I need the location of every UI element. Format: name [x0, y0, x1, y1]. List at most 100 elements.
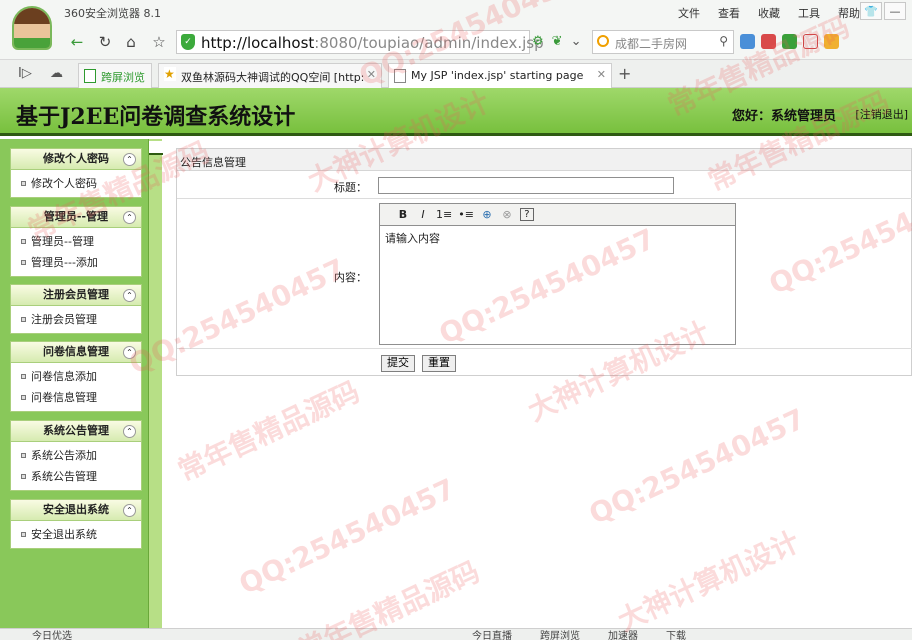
- sidebar-item-notice-manage[interactable]: 系统公告管理: [11, 466, 141, 487]
- tab-strip: I▷ ☁ 跨屏浏览 ★ 双鱼林源码大神调试的QQ空间 [http: ✕ My J…: [0, 60, 912, 89]
- star-icon: ★: [164, 67, 176, 81]
- help-icon[interactable]: ?: [519, 208, 534, 221]
- refresh-icon[interactable]: ↻: [94, 31, 116, 53]
- collapse-icon[interactable]: ⌃: [123, 153, 136, 166]
- speed-icon[interactable]: ⚙: [532, 34, 544, 49]
- italic-button[interactable]: I: [416, 208, 430, 221]
- sidebar-group-members: 注册会员管理 ⌃ 注册会员管理: [10, 284, 142, 334]
- status-cross-screen[interactable]: 跨屏浏览: [540, 627, 580, 640]
- browser-app-name: 360安全浏览器 8.1: [64, 7, 161, 20]
- link-icon[interactable]: ⊕: [480, 208, 494, 221]
- sidebar-item-safe-exit[interactable]: 安全退出系统: [11, 524, 141, 545]
- user-avatar[interactable]: [12, 6, 52, 50]
- address-bar[interactable]: ✓ http://localhost:8080/toupiao/admin/in…: [176, 30, 544, 54]
- group-header[interactable]: 修改个人密码 ⌃: [10, 148, 142, 170]
- home-icon[interactable]: ⌂: [120, 31, 142, 53]
- close-icon[interactable]: ✕: [367, 68, 376, 81]
- collapse-icon[interactable]: ⌃: [123, 425, 136, 438]
- sidebar-item-change-password[interactable]: 修改个人密码: [11, 173, 141, 194]
- status-download[interactable]: 下载: [666, 627, 686, 640]
- sidebar-item-member-manage[interactable]: 注册会员管理: [11, 309, 141, 330]
- group-header[interactable]: 安全退出系统 ⌃: [10, 499, 142, 521]
- sidebar-item-admin-manage[interactable]: 管理员--管理: [11, 231, 141, 252]
- tab-qq-space[interactable]: ★ 双鱼林源码大神调试的QQ空间 [http: ✕: [158, 63, 382, 88]
- status-bar: 今日优选 今日直播 跨屏浏览 加速器 下载: [0, 628, 912, 640]
- title-label: 标题：: [334, 181, 367, 194]
- search-text[interactable]: 成都二手房网: [615, 35, 687, 52]
- status-accelerator[interactable]: 加速器: [608, 627, 638, 640]
- phone-icon: [84, 69, 96, 83]
- bullet-icon: [21, 239, 26, 244]
- tab-index-jsp[interactable]: My JSP 'index.jsp' starting page ✕: [388, 63, 612, 89]
- logout-link[interactable]: [注销退出]: [855, 106, 908, 122]
- back-icon[interactable]: ←: [66, 31, 88, 53]
- group-header[interactable]: 问卷信息管理 ⌃: [10, 341, 142, 363]
- dropdown-icon[interactable]: ⌄: [571, 34, 582, 49]
- bold-button[interactable]: B: [396, 208, 410, 221]
- cloud-icon[interactable]: ☁: [50, 66, 63, 81]
- collapse-icon[interactable]: ⌃: [123, 346, 136, 359]
- tab-cross-screen[interactable]: 跨屏浏览: [78, 63, 152, 88]
- tab-label: 跨屏浏览: [101, 71, 145, 84]
- sidebar-item-admin-add[interactable]: 管理员---添加: [11, 252, 141, 273]
- menu-file[interactable]: 文件: [678, 5, 700, 21]
- browser-navbar: ← ↻ ⌂ ☆ ✓ http://localhost:8080/toupiao/…: [0, 26, 912, 60]
- close-icon[interactable]: ✕: [597, 68, 606, 81]
- bullet-icon: [21, 474, 26, 479]
- bullet-icon: [21, 260, 26, 265]
- submit-button[interactable]: 提交: [381, 355, 415, 372]
- guard-icon[interactable]: [782, 34, 797, 49]
- leaf-icon[interactable]: ❦: [552, 34, 563, 49]
- content-label: 内容：: [334, 271, 367, 284]
- skin-icon[interactable]: 👕: [860, 2, 882, 20]
- page-title: 基于J2EE问卷调查系统设计: [16, 104, 296, 130]
- search-icon[interactable]: ⚲: [719, 34, 728, 48]
- title-row: 标题：: [177, 172, 912, 199]
- title-input[interactable]: [378, 177, 674, 194]
- tab-label: My JSP 'index.jsp' starting page: [411, 69, 584, 82]
- sidebar-item-survey-add[interactable]: 问卷信息添加: [11, 366, 141, 387]
- new-tab-icon[interactable]: +: [618, 64, 631, 83]
- form-section-title: 公告信息管理: [177, 149, 911, 171]
- collapse-icon[interactable]: ⌃: [123, 211, 136, 224]
- status-live[interactable]: 今日直播: [472, 627, 512, 640]
- mail-icon[interactable]: [761, 34, 776, 49]
- search-box[interactable]: 成都二手房网 ⚲: [592, 30, 734, 54]
- ad-block-icon[interactable]: [803, 34, 818, 49]
- sidebar-splitter[interactable]: [148, 139, 163, 631]
- page-icon: [394, 69, 406, 83]
- editor-content[interactable]: 请输入内容: [380, 226, 735, 250]
- sidebar-toggle-icon[interactable]: I▷: [18, 66, 32, 81]
- greeting: 您好：系统管理员: [731, 109, 836, 124]
- bullet-icon: [21, 374, 26, 379]
- rich-text-editor[interactable]: B I 1≡ •≡ ⊕ ⊗ ? 请输入内容: [379, 203, 736, 345]
- collapse-icon[interactable]: ⌃: [123, 504, 136, 517]
- bullet-icon: [21, 317, 26, 322]
- status-today-pick[interactable]: 今日优选: [32, 627, 72, 640]
- minimize-icon[interactable]: —: [884, 2, 906, 20]
- group-header[interactable]: 注册会员管理 ⌃: [10, 284, 142, 306]
- search-engine-icon[interactable]: [597, 35, 609, 47]
- menu-favorites[interactable]: 收藏: [758, 5, 780, 21]
- menu-view[interactable]: 查看: [718, 5, 740, 21]
- sidebar-group-admin: 管理员--管理 ⌃ 管理员--管理 管理员---添加: [10, 206, 142, 277]
- sidebar-item-survey-manage[interactable]: 问卷信息管理: [11, 387, 141, 408]
- sidebar-item-notice-add[interactable]: 系统公告添加: [11, 445, 141, 466]
- ordered-list-button[interactable]: 1≡: [436, 208, 452, 221]
- menu-help[interactable]: 帮助: [838, 5, 860, 21]
- group-header[interactable]: 系统公告管理 ⌃: [10, 420, 142, 442]
- unlink-icon[interactable]: ⊗: [500, 208, 514, 221]
- sidebar-group-password: 修改个人密码 ⌃ 修改个人密码: [10, 148, 142, 198]
- bullet-icon: [21, 453, 26, 458]
- apps-icon[interactable]: [740, 34, 755, 49]
- sidebar-group-exit: 安全退出系统 ⌃ 安全退出系统: [10, 499, 142, 549]
- address-url[interactable]: http://localhost:8080/toupiao/admin/inde…: [201, 34, 544, 52]
- reset-button[interactable]: 重置: [422, 355, 456, 372]
- favorite-star-icon[interactable]: ☆: [148, 31, 170, 53]
- collapse-icon[interactable]: ⌃: [123, 289, 136, 302]
- watermark-text: 常年售精品源码: [172, 374, 365, 488]
- menu-tools[interactable]: 工具: [798, 5, 820, 21]
- unordered-list-button[interactable]: •≡: [458, 208, 474, 221]
- extension-icon[interactable]: [824, 34, 839, 49]
- group-header[interactable]: 管理员--管理 ⌃: [10, 206, 142, 228]
